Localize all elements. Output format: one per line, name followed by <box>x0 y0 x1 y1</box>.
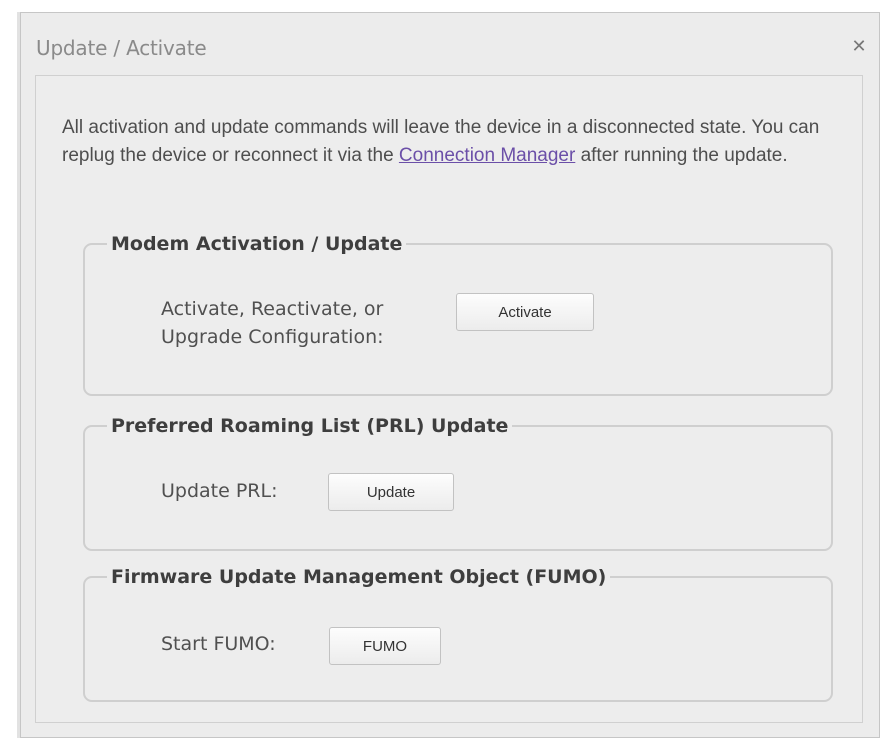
intro-text-after-link: after running the update. <box>575 145 788 166</box>
modem-activation-group: Modem Activation / Update Activate, Reac… <box>83 233 833 396</box>
intro-text: All activation and update commands will … <box>62 114 852 170</box>
update-button[interactable]: Update <box>328 473 454 511</box>
fumo-button[interactable]: FUMO <box>329 627 441 665</box>
modem-activation-label: Activate, Reactivate, or Upgrade Configu… <box>161 295 384 351</box>
activate-button[interactable]: Activate <box>456 293 594 331</box>
prl-update-group: Preferred Roaming List (PRL) Update Upda… <box>83 415 833 551</box>
prl-update-legend: Preferred Roaming List (PRL) Update <box>111 415 509 437</box>
update-activate-dialog: Update / Activate ✕ All activation and u… <box>20 12 880 738</box>
fumo-group: Firmware Update Management Object (FUMO)… <box>83 566 833 702</box>
connection-manager-link[interactable]: Connection Manager <box>399 145 575 166</box>
start-fumo-label: Start FUMO: <box>161 633 276 655</box>
dialog-content: All activation and update commands will … <box>35 75 863 723</box>
close-icon[interactable]: ✕ <box>849 37 869 57</box>
modem-activation-label-line1: Activate, Reactivate, or <box>161 298 384 320</box>
update-prl-label: Update PRL: <box>161 480 278 502</box>
dialog-title: Update / Activate <box>36 36 207 60</box>
dialog-titlebar[interactable]: Update / Activate ✕ <box>21 13 879 75</box>
fumo-legend: Firmware Update Management Object (FUMO) <box>111 566 607 588</box>
modem-activation-label-line2: Upgrade Configuration: <box>161 326 384 348</box>
modem-activation-legend: Modem Activation / Update <box>111 233 403 255</box>
